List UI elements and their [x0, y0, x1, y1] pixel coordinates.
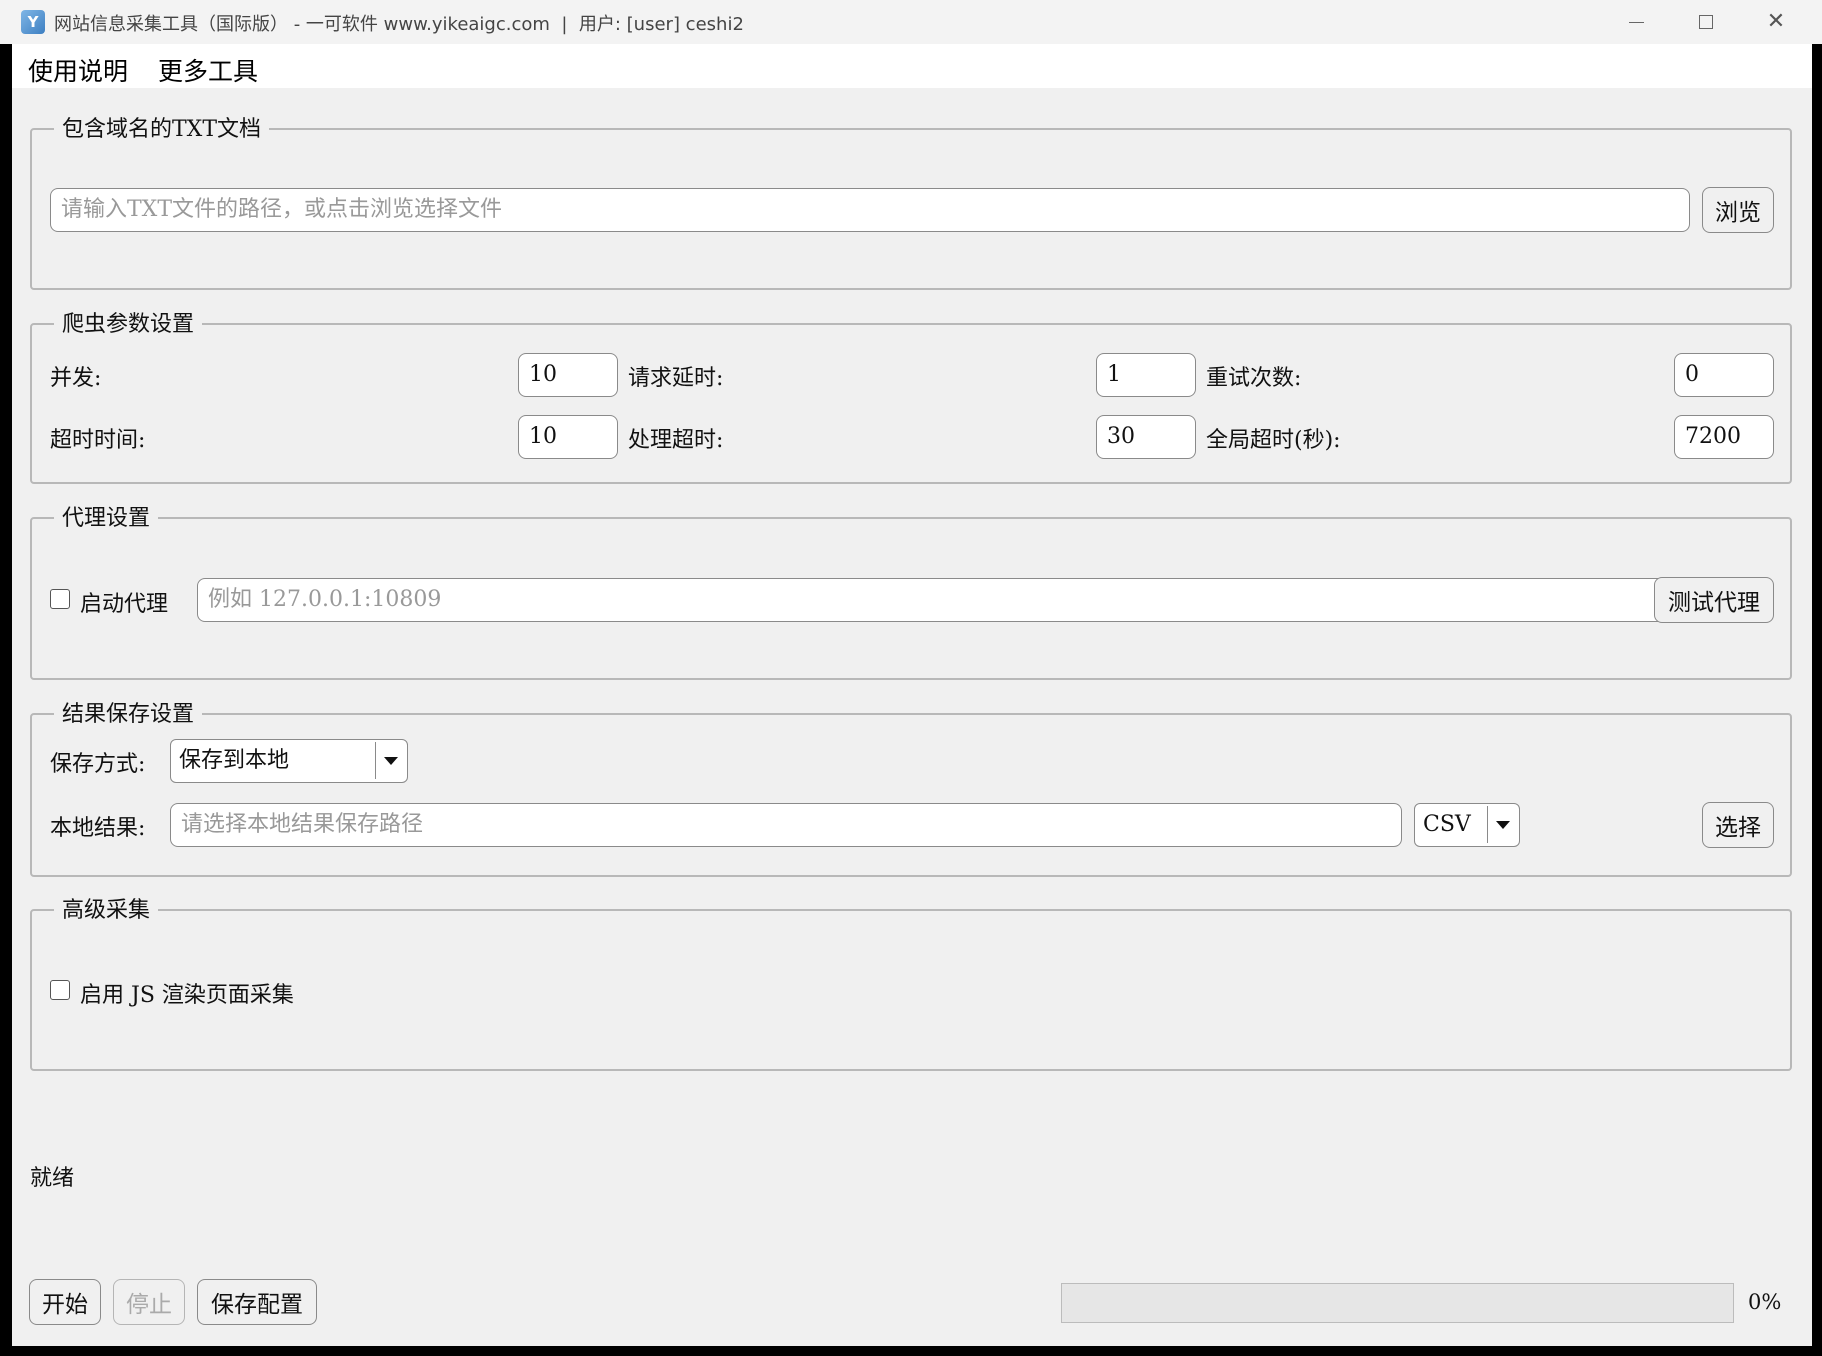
minimize-icon — [1628, 21, 1644, 23]
browse-button[interactable]: 浏览 — [1702, 187, 1774, 233]
save-mode-value: 保存到本地 — [179, 748, 290, 773]
concurrency-input[interactable]: 10 — [518, 353, 618, 397]
app-logo-icon: Y — [21, 10, 45, 34]
txt-path-input[interactable]: 请输入TXT文件的路径，或点击浏览选择文件 — [50, 188, 1690, 232]
process-timeout-input[interactable]: 30 — [1096, 415, 1196, 459]
window-frame-left — [0, 44, 12, 1356]
result-save-group-title: 结果保存设置 — [54, 696, 203, 728]
result-save-group: 结果保存设置 保存方式: 保存到本地 本地结果: 请选择本地结果保存路径 CSV… — [30, 696, 1792, 877]
window-title: 网站信息采集工具（国际版） - 一可软件 www.yikeaigc.com | … — [54, 14, 744, 35]
menu-more-tools[interactable]: 更多工具 — [154, 50, 262, 90]
local-result-path-input[interactable]: 请选择本地结果保存路径 — [170, 803, 1402, 847]
proxy-address-input[interactable]: 例如 127.0.0.1:10809 — [197, 578, 1673, 622]
maximize-button[interactable] — [1671, 0, 1741, 44]
crawler-params-group: 爬虫参数设置 并发: 10 请求延时: 1 重试次数: 0 超时时间: 10 处… — [30, 306, 1792, 484]
proxy-group-title: 代理设置 — [54, 500, 159, 532]
menu-bar: 使用说明 更多工具 — [12, 44, 1812, 88]
crawler-params-group-title: 爬虫参数设置 — [54, 306, 203, 338]
txt-file-group-title: 包含域名的TXT文档 — [54, 111, 270, 143]
maximize-icon — [1699, 15, 1713, 29]
enable-proxy-checkbox[interactable] — [50, 589, 70, 609]
local-result-label: 本地结果: — [50, 816, 146, 841]
progress-bar — [1061, 1283, 1734, 1323]
menu-help[interactable]: 使用说明 — [24, 50, 132, 90]
advanced-crawl-group-title: 高级采集 — [54, 892, 159, 924]
choose-path-button[interactable]: 选择 — [1702, 802, 1774, 848]
close-button[interactable]: ✕ — [1741, 0, 1811, 44]
proxy-address-placeholder: 例如 127.0.0.1:10809 — [208, 587, 442, 612]
advanced-crawl-group: 高级采集 启用 JS 渲染页面采集 — [30, 892, 1792, 1071]
concurrency-label: 并发: — [50, 366, 102, 391]
minimize-button[interactable] — [1601, 0, 1671, 44]
local-result-path-placeholder: 请选择本地结果保存路径 — [181, 812, 424, 837]
save-config-button[interactable]: 保存配置 — [197, 1279, 317, 1325]
enable-js-render-label: 启用 JS 渲染页面采集 — [80, 983, 294, 1008]
app-window: Y 网站信息采集工具（国际版） - 一可软件 www.yikeaigc.com … — [0, 0, 1822, 1356]
stop-button[interactable]: 停止 — [113, 1279, 185, 1325]
retry-count-input[interactable]: 0 — [1674, 353, 1774, 397]
retry-count-label: 重试次数: — [1206, 366, 1302, 391]
window-frame-bottom — [0, 1346, 1822, 1356]
proxy-group: 代理设置 启动代理 例如 127.0.0.1:10809 测试代理 — [30, 500, 1792, 680]
status-text: 就绪 — [30, 1166, 75, 1191]
title-bar[interactable]: Y 网站信息采集工具（国际版） - 一可软件 www.yikeaigc.com … — [0, 0, 1822, 44]
enable-js-render-checkbox[interactable] — [50, 980, 70, 1000]
save-mode-label: 保存方式: — [50, 752, 146, 777]
result-format-select[interactable]: CSV — [1414, 803, 1520, 847]
timeout-input[interactable]: 10 — [518, 415, 618, 459]
result-format-value: CSV — [1423, 812, 1471, 837]
global-timeout-input[interactable]: 7200 — [1674, 415, 1774, 459]
txt-path-placeholder: 请输入TXT文件的路径，或点击浏览选择文件 — [61, 197, 503, 222]
window-frame-right — [1812, 44, 1822, 1356]
save-mode-select[interactable]: 保存到本地 — [170, 739, 408, 783]
start-button[interactable]: 开始 — [29, 1279, 101, 1325]
progress-percent: 0% — [1748, 1290, 1782, 1314]
result-format-dropdown[interactable] — [1487, 806, 1517, 843]
request-delay-label: 请求延时: — [628, 366, 724, 391]
request-delay-input[interactable]: 1 — [1096, 353, 1196, 397]
save-mode-dropdown[interactable] — [375, 742, 405, 779]
process-timeout-label: 处理超时: — [628, 428, 724, 453]
timeout-label: 超时时间: — [50, 428, 146, 453]
chevron-down-icon — [383, 756, 398, 765]
chevron-down-icon — [1495, 820, 1510, 829]
test-proxy-button[interactable]: 测试代理 — [1654, 577, 1774, 623]
enable-proxy-label: 启动代理 — [80, 592, 169, 617]
global-timeout-label: 全局超时(秒): — [1206, 428, 1341, 453]
txt-file-group: 包含域名的TXT文档 请输入TXT文件的路径，或点击浏览选择文件 浏览 — [30, 111, 1792, 290]
close-icon: ✕ — [1766, 9, 1786, 34]
